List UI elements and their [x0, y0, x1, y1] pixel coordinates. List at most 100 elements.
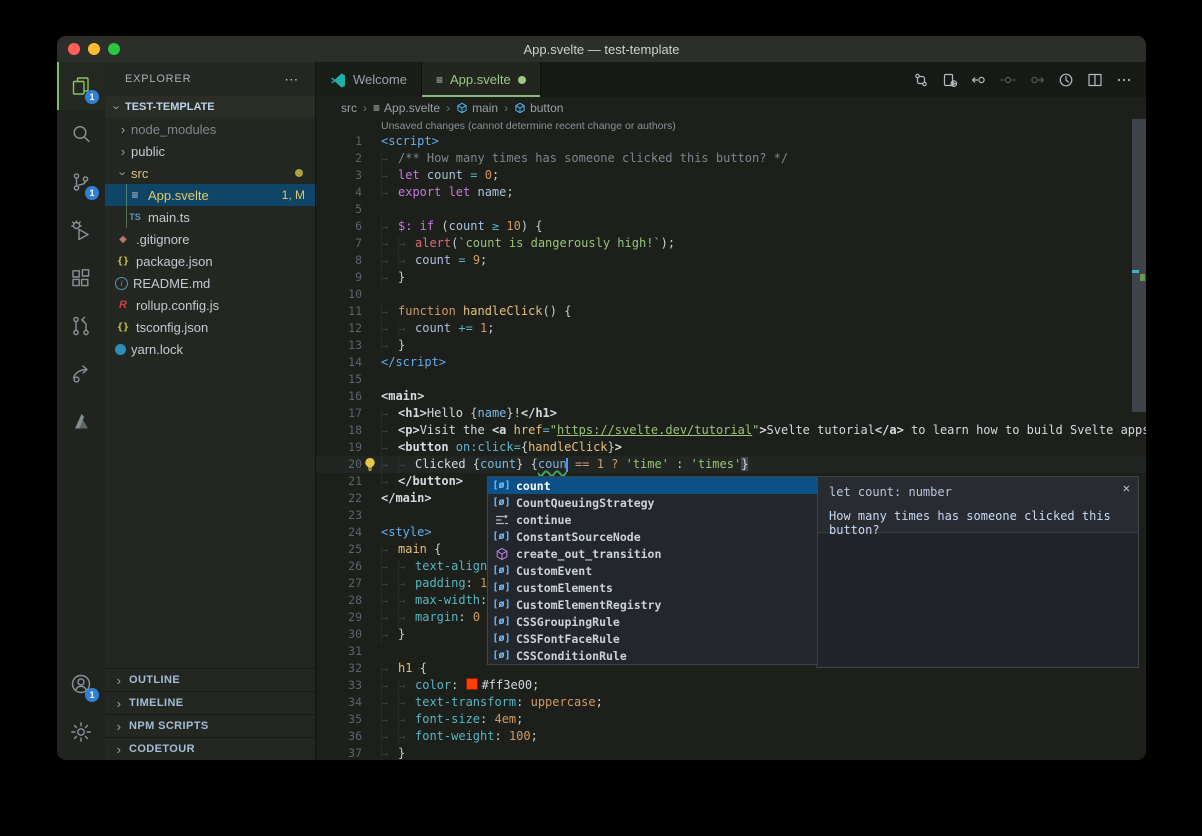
suggest-item-cssgroupingrule[interactable]: [ø]CSSGroupingRule [488, 613, 817, 630]
line-content[interactable]: h1 { [362, 660, 427, 677]
line-content[interactable]: </main> [362, 490, 432, 507]
line-number: 36 [316, 728, 362, 745]
file-tree-item-public[interactable]: ›public [105, 140, 315, 162]
line-content[interactable]: color: #ff3e00; [362, 677, 539, 694]
previous-change-disabled-icon[interactable] [1000, 72, 1016, 88]
suggest-item-count[interactable]: [ø]count [488, 477, 817, 494]
close-icon[interactable]: ✕ [1123, 481, 1130, 495]
suggest-item-customevent[interactable]: [ø]CustomEvent [488, 562, 817, 579]
file-tree-item-readme-md[interactable]: iREADME.md [105, 272, 315, 294]
zoom-window-button[interactable] [108, 43, 120, 55]
activity-accounts[interactable]: 1 [57, 660, 105, 708]
panel-npm-scripts[interactable]: ›NPM SCRIPTS [105, 714, 315, 737]
line-number: 33 [316, 677, 362, 694]
line-content[interactable]: main { [362, 541, 441, 558]
file-tree-item-rollup-config-js[interactable]: Rrollup.config.js [105, 294, 315, 316]
line-content[interactable]: alert(`count is dangerously high!`); [362, 235, 675, 252]
activity-explorer[interactable]: 1 [57, 62, 105, 110]
suggest-item-customelementregistry[interactable]: [ø]CustomElementRegistry [488, 596, 817, 613]
line-content[interactable]: } [362, 337, 405, 354]
line-content[interactable]: </button> [362, 473, 463, 490]
line-content[interactable]: function handleClick() { [362, 303, 571, 320]
line-content[interactable]: Clicked {count} {coun == 1 ? 'time' : 't… [362, 456, 748, 473]
line-content[interactable]: text-transform: uppercase; [362, 694, 603, 711]
file-tree-item-src[interactable]: ›src [105, 162, 315, 184]
breadcrumb-item-app-svelte[interactable]: ≡App.svelte [373, 101, 440, 115]
file-tree-item-tsconfig-json[interactable]: {}tsconfig.json [105, 316, 315, 338]
activity-live-share[interactable] [57, 350, 105, 398]
suggest-item-customelements[interactable]: [ø]customElements [488, 579, 817, 596]
line-content[interactable]: font-weight: 100; [362, 728, 538, 745]
split-editor-icon[interactable] [1087, 72, 1103, 88]
scrollbar-thumb[interactable] [1132, 119, 1146, 412]
line-content[interactable] [362, 371, 381, 388]
breadcrumb-item-button[interactable]: button [514, 101, 563, 115]
breadcrumb-item-main[interactable]: main [456, 101, 498, 115]
activity-search[interactable] [57, 110, 105, 158]
code-line-4: 4export let name; [316, 184, 1146, 201]
line-content[interactable]: </script> [362, 354, 446, 371]
suggest-label: create_out_transition [516, 547, 661, 561]
suggest-item-constantsourcenode[interactable]: [ø]ConstantSourceNode [488, 528, 817, 545]
line-content[interactable] [362, 507, 381, 524]
line-content[interactable]: } [362, 269, 405, 286]
suggest-item-cssfontfacerule[interactable]: [ø]CSSFontFaceRule [488, 630, 817, 647]
file-tree-item--gitignore[interactable]: ◆.gitignore [105, 228, 315, 250]
tab-app-svelte[interactable]: ≡App.svelte [422, 62, 541, 97]
codelens-annotation[interactable]: Unsaved changes (cannot determine recent… [381, 119, 1146, 133]
activity-github-pull-requests[interactable] [57, 302, 105, 350]
more-actions-icon[interactable] [1116, 72, 1132, 88]
file-tree-item-yarn-lock[interactable]: yarn.lock [105, 338, 315, 360]
activity-source-control[interactable]: 1 [57, 158, 105, 206]
panel-timeline[interactable]: ›TIMELINE [105, 691, 315, 714]
workspace-root-row[interactable]: › TEST-TEMPLATE [105, 96, 315, 118]
line-content[interactable]: <script> [362, 133, 439, 150]
suggest-item-create_out_transition[interactable]: create_out_transition [488, 545, 817, 562]
code-editor[interactable]: Unsaved changes (cannot determine recent… [316, 119, 1146, 760]
line-content[interactable]: <main> [362, 388, 424, 405]
next-change-disabled-icon[interactable] [1029, 72, 1045, 88]
panel-outline[interactable]: ›OUTLINE [105, 668, 315, 691]
sidebar-more-actions-icon[interactable]: ⋯ [284, 71, 299, 88]
line-content[interactable]: font-size: 4em; [362, 711, 523, 728]
line-content[interactable]: <p>Visit the <a href="https://svelte.dev… [362, 422, 1146, 439]
panel-codetour[interactable]: ›CODETOUR [105, 737, 315, 760]
tab-welcome[interactable]: Welcome [316, 62, 422, 97]
line-content[interactable]: export let name; [362, 184, 514, 201]
tab-whitespace [381, 457, 398, 474]
file-tree-item-package-json[interactable]: {}package.json [105, 250, 315, 272]
line-content[interactable] [362, 286, 381, 303]
line-content[interactable]: <button on:click={handleClick}> [362, 439, 622, 456]
open-changes-icon[interactable] [942, 72, 958, 88]
suggest-item-cssconditionrule[interactable]: [ø]CSSConditionRule [488, 647, 817, 664]
line-content[interactable]: count += 1; [362, 320, 495, 337]
line-content[interactable]: $: if (count ≥ 10) { [362, 218, 543, 235]
modified-dot [518, 76, 526, 84]
activity-azure[interactable] [57, 398, 105, 446]
previous-change-icon[interactable] [971, 72, 987, 88]
line-content[interactable]: <h1>Hello {name}!</h1> [362, 405, 557, 422]
line-content[interactable]: } [362, 745, 405, 760]
line-content[interactable] [362, 201, 381, 218]
file-tree-item-node-modules[interactable]: ›node_modules [105, 118, 315, 140]
activity-run-debug[interactable] [57, 206, 105, 254]
line-content[interactable]: count = 9; [362, 252, 487, 269]
suggest-item-continue[interactable]: continue [488, 511, 817, 528]
close-window-button[interactable] [68, 43, 80, 55]
file-history-icon[interactable] [1058, 72, 1074, 88]
minimize-window-button[interactable] [88, 43, 100, 55]
file-tree-item-app-svelte[interactable]: ≡App.svelte1, M [105, 184, 315, 206]
file-tree-item-main-ts[interactable]: TSmain.ts [105, 206, 315, 228]
gitlens-graph-icon[interactable] [913, 72, 929, 88]
activity-settings[interactable] [57, 708, 105, 756]
suggest-item-countqueuingstrategy[interactable]: [ø]CountQueuingStrategy [488, 494, 817, 511]
line-content[interactable] [362, 643, 381, 660]
lightbulb-icon[interactable] [363, 457, 377, 472]
breadcrumb-item-src[interactable]: src [341, 101, 357, 115]
line-content[interactable]: <style> [362, 524, 432, 541]
pull-request-icon [69, 314, 93, 338]
activity-extensions[interactable] [57, 254, 105, 302]
line-content[interactable]: } [362, 626, 405, 643]
line-content[interactable]: /** How many times has someone clicked t… [362, 150, 788, 167]
line-content[interactable]: let count = 0; [362, 167, 499, 184]
